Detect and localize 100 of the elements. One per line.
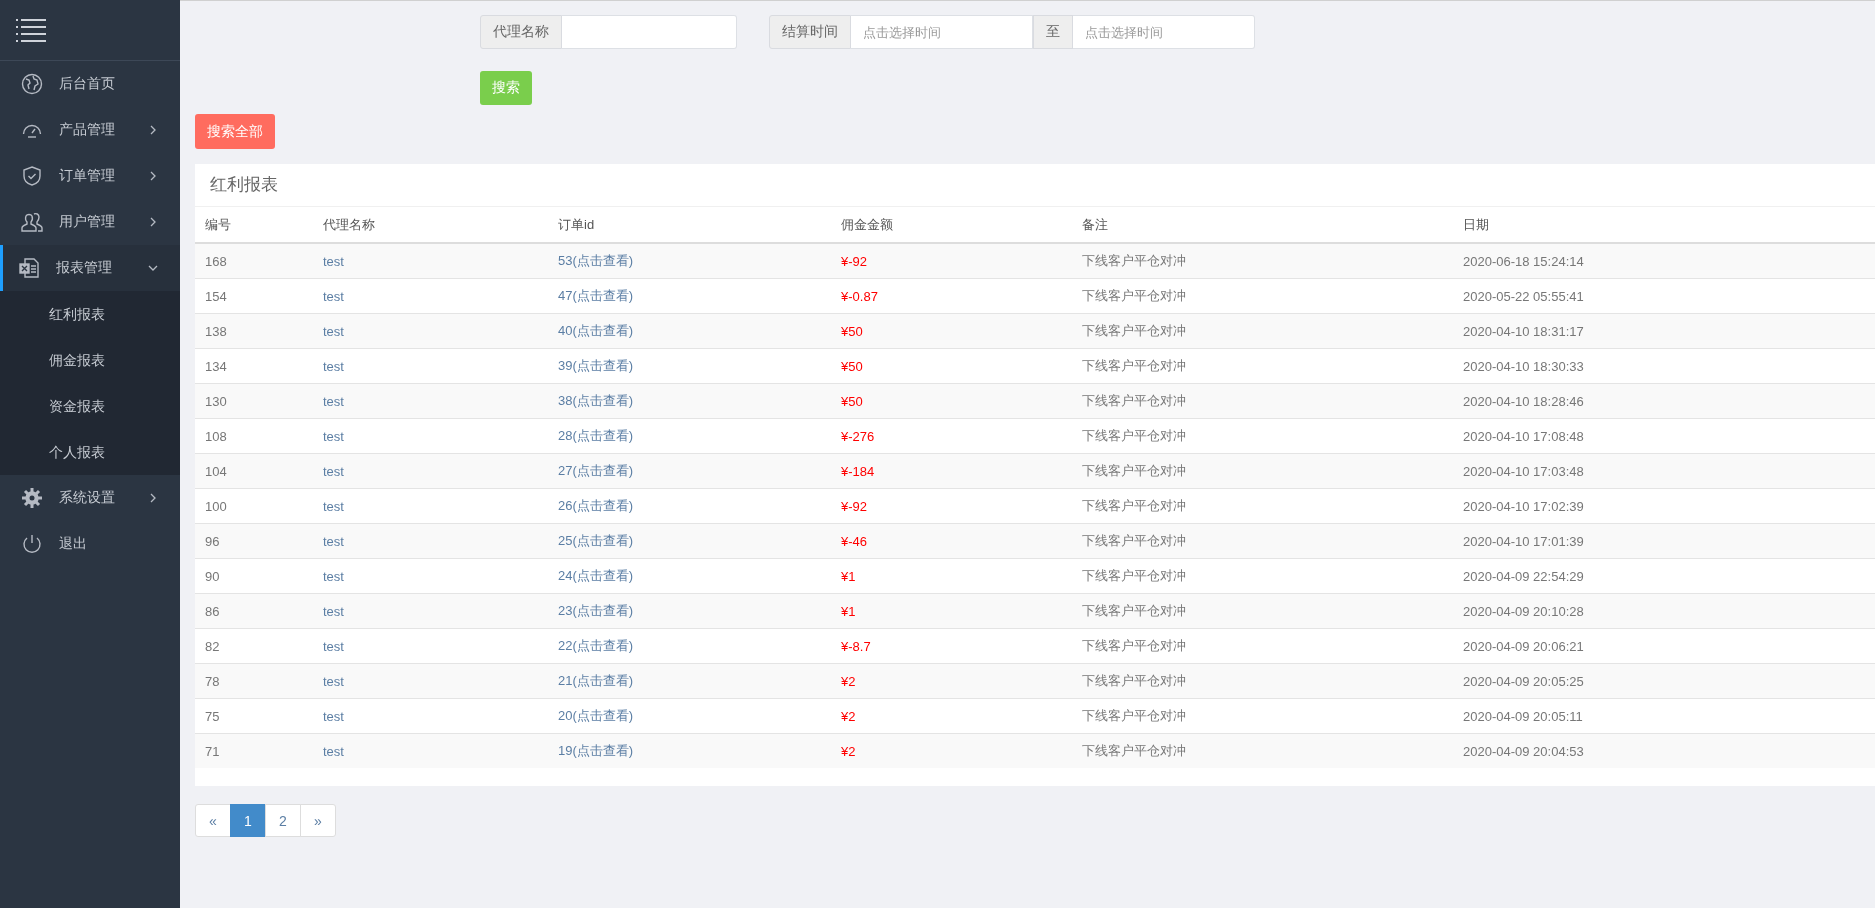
- table-cell: 下线客户平仓对冲: [1082, 568, 1186, 583]
- sidebar-item[interactable]: 后台首页: [0, 61, 180, 107]
- users-icon: [21, 211, 43, 233]
- table-cell: ¥-8.7: [841, 638, 871, 654]
- table-cell: 168: [205, 253, 227, 269]
- globe-icon: [21, 73, 43, 95]
- table-cell: 2020-04-10 17:02:39: [1463, 498, 1584, 514]
- table-cell: 130: [205, 393, 227, 409]
- table-cell: 2020-04-10 17:08:48: [1463, 428, 1584, 444]
- sidebar-item[interactable]: 产品管理: [0, 107, 180, 153]
- table-cell: ¥2: [841, 743, 856, 759]
- sidebar-item[interactable]: 报表管理: [0, 245, 180, 291]
- page-button[interactable]: 2: [265, 804, 301, 837]
- table-cell: 2020-04-09 20:05:11: [1463, 708, 1583, 724]
- table-link[interactable]: 28(点击查看): [558, 428, 634, 443]
- table-cell: 下线客户平仓对冲: [1082, 743, 1186, 758]
- table-cell: 2020-04-10 18:28:46: [1463, 393, 1584, 409]
- table-cell: 下线客户平仓对冲: [1082, 708, 1186, 723]
- table-link[interactable]: test: [323, 463, 344, 479]
- submenu-item[interactable]: 佣金报表: [0, 337, 105, 383]
- table-cell: 2020-05-22 05:55:41: [1463, 288, 1584, 304]
- shield-icon: [21, 165, 43, 187]
- sidebar-item[interactable]: 系统设置: [0, 475, 180, 521]
- table-link[interactable]: 39(点击查看): [558, 358, 634, 373]
- table-link[interactable]: test: [323, 393, 344, 409]
- table-cell: 下线客户平仓对冲: [1082, 323, 1186, 338]
- table-cell: 下线客户平仓对冲: [1082, 498, 1186, 513]
- table-cell: 100: [205, 498, 227, 514]
- field-label: 结算时间: [769, 15, 851, 49]
- table-cell: 下线客户平仓对冲: [1082, 638, 1186, 653]
- table-link[interactable]: test: [323, 358, 344, 374]
- start-time-input[interactable]: 点击选择时间: [851, 15, 1033, 49]
- table-link[interactable]: 25(点击查看): [558, 533, 634, 548]
- table-cell: ¥-92: [841, 498, 868, 514]
- table-cell: 2020-06-18 15:24:14: [1463, 253, 1584, 269]
- table-cell: ¥50: [841, 393, 863, 409]
- page-button[interactable]: »: [300, 804, 336, 837]
- table-cell: 138: [205, 323, 227, 339]
- table-link[interactable]: 19(点击查看): [558, 743, 634, 758]
- table-cell: 86: [205, 603, 220, 619]
- page-button[interactable]: 1: [230, 804, 266, 837]
- submenu-item[interactable]: 个人报表: [0, 429, 105, 475]
- table-cell: ¥50: [841, 323, 863, 339]
- table-cell: 2020-04-09 20:05:25: [1463, 673, 1584, 689]
- sidebar-item[interactable]: 退出: [0, 521, 180, 567]
- table-link[interactable]: test: [323, 533, 344, 549]
- table-cell: 下线客户平仓对冲: [1082, 603, 1186, 618]
- table-link[interactable]: test: [323, 253, 344, 269]
- sidebar-item[interactable]: 订单管理: [0, 153, 180, 199]
- table-link[interactable]: 40(点击查看): [558, 323, 634, 338]
- spreadsheet-icon: [18, 257, 40, 279]
- table-cell: ¥1: [841, 568, 856, 584]
- table-cell: 2020-04-10 18:30:33: [1463, 358, 1584, 374]
- table-link[interactable]: test: [323, 603, 344, 619]
- table-cell: 75: [205, 708, 220, 724]
- table-link[interactable]: test: [323, 673, 344, 689]
- table-link[interactable]: test: [323, 323, 344, 339]
- table-cell: ¥-184: [841, 463, 875, 479]
- table-cell: ¥1: [841, 603, 856, 619]
- table-link[interactable]: 53(点击查看): [558, 253, 634, 268]
- table-cell: 71: [205, 743, 220, 759]
- chevron-icon: [148, 263, 158, 273]
- table-link[interactable]: 47(点击查看): [558, 288, 634, 303]
- table-link[interactable]: test: [323, 743, 344, 759]
- table-cell: 104: [205, 463, 227, 479]
- end-time-input[interactable]: 点击选择时间: [1073, 15, 1255, 49]
- table-link[interactable]: test: [323, 498, 344, 514]
- table-cell: 下线客户平仓对冲: [1082, 673, 1186, 688]
- table-link[interactable]: 38(点击查看): [558, 393, 634, 408]
- agent-name-input[interactable]: [562, 15, 737, 49]
- table-cell: ¥-46: [841, 533, 868, 549]
- table-link[interactable]: 20(点击查看): [558, 708, 634, 723]
- table-cell: ¥-92: [841, 253, 868, 269]
- chevron-icon: [148, 171, 158, 181]
- table-link[interactable]: 22(点击查看): [558, 638, 634, 653]
- table-link[interactable]: 23(点击查看): [558, 603, 634, 618]
- table-link[interactable]: 21(点击查看): [558, 673, 634, 688]
- table-link[interactable]: test: [323, 288, 344, 304]
- chevron-icon: [148, 217, 158, 227]
- submenu-item[interactable]: 资金报表: [0, 383, 105, 429]
- table-cell: 下线客户平仓对冲: [1082, 358, 1186, 373]
- table-cell: 下线客户平仓对冲: [1082, 393, 1186, 408]
- table-cell: 96: [205, 533, 220, 549]
- table-link[interactable]: 24(点击查看): [558, 568, 634, 583]
- field-label: 代理名称: [480, 15, 562, 49]
- table-cell: ¥-0.87: [841, 288, 878, 304]
- table-link[interactable]: test: [323, 568, 344, 584]
- page-button[interactable]: «: [195, 804, 231, 837]
- table-link[interactable]: test: [323, 638, 344, 654]
- table-cell: 2020-04-09 20:04:53: [1463, 743, 1584, 759]
- table-cell: 2020-04-10 17:03:48: [1463, 463, 1584, 479]
- table-cell: 下线客户平仓对冲: [1082, 533, 1186, 548]
- table-link[interactable]: test: [323, 428, 344, 444]
- table-link[interactable]: 27(点击查看): [558, 463, 634, 478]
- sidebar-item[interactable]: 用户管理: [0, 199, 180, 245]
- table-link[interactable]: test: [323, 708, 344, 724]
- submenu-item[interactable]: 红利报表: [0, 291, 105, 337]
- menu-icon[interactable]: [16, 18, 46, 42]
- search-all-button[interactable]: 搜索全部: [195, 114, 275, 149]
- table-link[interactable]: 26(点击查看): [558, 498, 634, 513]
